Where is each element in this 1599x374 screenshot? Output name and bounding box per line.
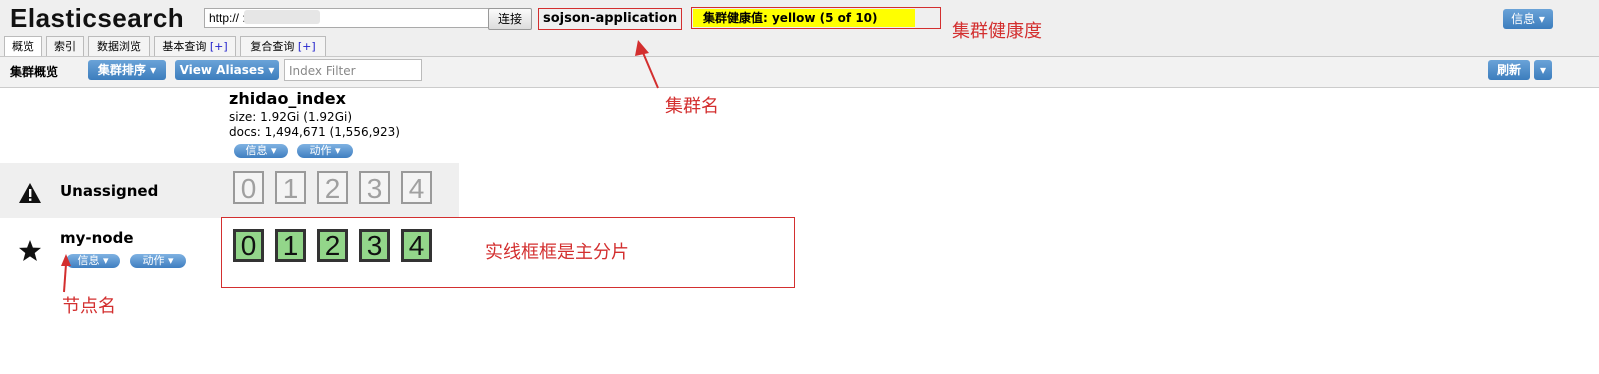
tab-overview[interactable]: 概览 xyxy=(4,36,42,56)
annotation-node-name: 节点名 xyxy=(62,296,116,317)
annotation-cluster-name: 集群名 xyxy=(665,96,719,117)
index-filter-input[interactable]: Index Filter xyxy=(284,59,422,81)
view-aliases-button[interactable]: View Aliases ▾ xyxy=(175,60,279,80)
index-info-button[interactable]: 信息 ▾ xyxy=(234,144,288,158)
unassigned-shard[interactable]: 1 xyxy=(275,171,306,204)
tab-label: 索引 xyxy=(54,40,76,53)
tab-label: 数据浏览 xyxy=(97,40,141,53)
info-menu-button[interactable]: 信息 ▾ xyxy=(1503,9,1553,29)
node-info-button[interactable]: 信息 ▾ xyxy=(66,254,120,268)
tab-label: 复合查询 xyxy=(250,40,295,53)
cluster-health-badge: 集群健康值: yellow (5 of 10) xyxy=(693,9,915,27)
index-action-button[interactable]: 动作 ▾ xyxy=(297,144,353,158)
tab-plus: [+] xyxy=(209,40,228,53)
unassigned-shard[interactable]: 3 xyxy=(359,171,390,204)
unassigned-shard[interactable]: 2 xyxy=(317,171,348,204)
primary-shard[interactable]: 1 xyxy=(275,229,306,262)
url-redaction xyxy=(244,10,320,24)
tab-compound-query[interactable]: 复合查询 [+] xyxy=(240,36,326,56)
tab-label: 概览 xyxy=(12,40,34,53)
primary-shard[interactable]: 0 xyxy=(233,229,264,262)
tab-label: 基本查询 xyxy=(162,40,207,53)
cluster-sort-button[interactable]: 集群排序 ▾ xyxy=(88,60,166,80)
node-name: my-node xyxy=(60,229,134,247)
primary-shard[interactable]: 2 xyxy=(317,229,348,262)
index-name: zhidao_index xyxy=(229,89,346,108)
unassigned-label: Unassigned xyxy=(60,182,159,200)
primary-shard[interactable]: 3 xyxy=(359,229,390,262)
annotation-primary-shard: 实线框框是主分片 xyxy=(485,242,629,263)
unassigned-shard[interactable]: 0 xyxy=(233,171,264,204)
warning-icon xyxy=(19,183,41,203)
tab-basic-query[interactable]: 基本查询 [+] xyxy=(154,36,236,56)
star-icon xyxy=(19,240,41,261)
unassigned-shard[interactable]: 4 xyxy=(401,171,432,204)
node-action-button[interactable]: 动作 ▾ xyxy=(130,254,186,268)
connect-button[interactable]: 连接 xyxy=(488,8,532,30)
refresh-menu-button[interactable]: ▾ xyxy=(1534,60,1552,80)
index-docs: docs: 1,494,671 (1,556,923) xyxy=(229,125,400,139)
primary-shard[interactable]: 4 xyxy=(401,229,432,262)
index-size: size: 1.92Gi (1.92Gi) xyxy=(229,110,353,124)
app-title: Elasticsearch xyxy=(10,3,185,33)
annotation-health: 集群健康度 xyxy=(952,21,1042,42)
overview-title: 集群概览 xyxy=(10,65,59,79)
tab-plus: [+] xyxy=(297,40,316,53)
refresh-button[interactable]: 刷新 xyxy=(1488,60,1530,80)
tab-indices[interactable]: 索引 xyxy=(46,36,84,56)
tab-browser[interactable]: 数据浏览 xyxy=(88,36,150,56)
cluster-name: sojson-application xyxy=(538,8,683,30)
